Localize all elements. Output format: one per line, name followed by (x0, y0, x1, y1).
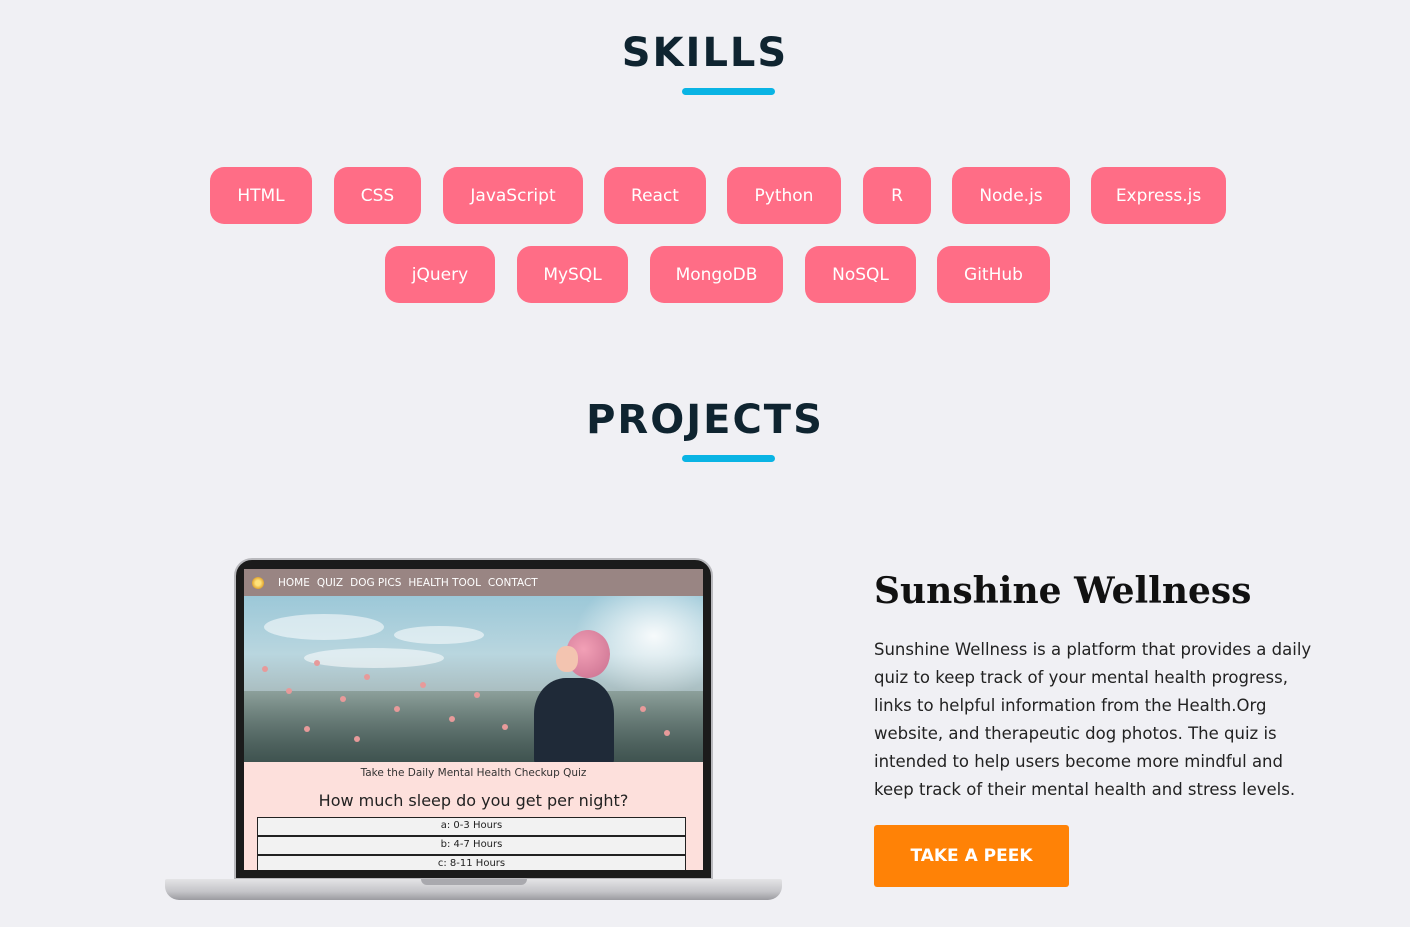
sun-logo-icon (252, 576, 264, 589)
skill-pill[interactable]: JavaScript (443, 167, 583, 224)
skill-pill[interactable]: MongoDB (650, 246, 783, 303)
projects-heading-underline (682, 455, 775, 462)
preview-answer-option: c: 8-11 Hours (257, 855, 686, 870)
skill-pill[interactable]: React (604, 167, 706, 224)
skill-pill[interactable]: jQuery (385, 246, 495, 303)
skill-pill[interactable]: CSS (334, 167, 421, 224)
skill-pill[interactable]: MySQL (517, 246, 628, 303)
preview-nav-item: DOG PICS (350, 576, 402, 589)
project-title: Sunshine Wellness (874, 570, 1252, 612)
skill-pill[interactable]: GitHub (937, 246, 1050, 303)
preview-nav-item: QUIZ (316, 576, 344, 589)
skill-pill[interactable]: NoSQL (805, 246, 916, 303)
project-preview-screen[interactable]: HOME QUIZ DOG PICS HEALTH TOOL CONTACT T… (244, 569, 703, 870)
project-description: Sunshine Wellness is a platform that pro… (874, 640, 1312, 799)
preview-navbar: HOME QUIZ DOG PICS HEALTH TOOL CONTACT (244, 569, 703, 596)
skill-pill[interactable]: HTML (210, 167, 312, 224)
projects-heading: PROJECTS (586, 397, 824, 443)
skills-heading: SKILLS (621, 30, 789, 76)
take-a-peek-button[interactable]: TAKE A PEEK (874, 825, 1069, 887)
laptop-mockup-notch (421, 879, 527, 885)
preview-answer-option: b: 4-7 Hours (257, 836, 686, 855)
preview-nav-item: HEALTH TOOL (408, 576, 481, 589)
skill-pill[interactable]: Node.js (952, 167, 1070, 224)
skill-pill[interactable]: Express.js (1091, 167, 1226, 224)
preview-hero-image (244, 596, 703, 762)
preview-quiz-title: Take the Daily Mental Health Checkup Qui… (360, 767, 587, 779)
preview-nav-item: CONTACT (487, 576, 538, 589)
preview-quiz-question: How much sleep do you get per night? (318, 791, 629, 810)
skill-pill[interactable]: R (863, 167, 931, 224)
preview-answer-option: a: 0-3 Hours (257, 817, 686, 836)
skill-pill[interactable]: Python (727, 167, 841, 224)
skills-heading-underline (682, 88, 775, 95)
preview-nav-item: HOME (278, 576, 310, 589)
